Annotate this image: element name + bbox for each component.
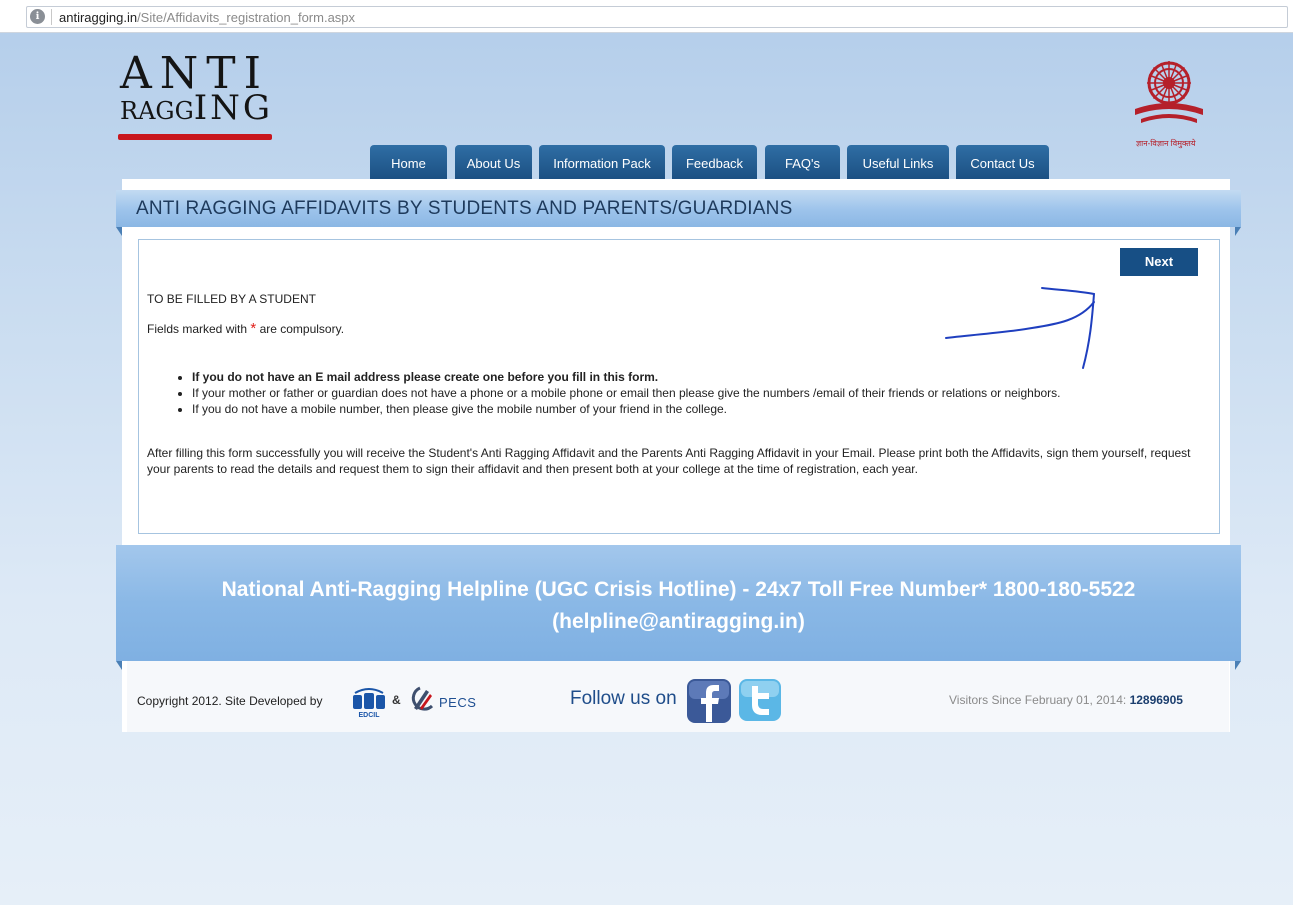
- follow-us-label: Follow us on: [570, 688, 677, 709]
- nav-about-us[interactable]: About Us: [455, 145, 532, 180]
- nav-home-label: Home: [391, 156, 426, 171]
- nav-useful-links-label: Useful Links: [862, 156, 934, 171]
- edcil-icon[interactable]: EDCIL: [351, 685, 387, 719]
- facebook-icon[interactable]: [686, 678, 732, 724]
- nav-information-pack[interactable]: Information Pack: [539, 145, 665, 180]
- url-domain: antiragging.in: [59, 10, 138, 25]
- fields-note-suffix: are compulsory.: [259, 322, 345, 336]
- nav-contact-us[interactable]: Contact Us: [956, 145, 1049, 180]
- list-item: If you do not have an E mail address ple…: [192, 369, 1061, 385]
- helpline-banner: National Anti-Ragging Helpline (UGC Cris…: [116, 545, 1241, 661]
- nav-about-us-label: About Us: [466, 156, 521, 171]
- nav-faqs[interactable]: FAQ's: [765, 145, 840, 180]
- twitter-icon[interactable]: [738, 678, 782, 722]
- helpline-fold-right: [1235, 661, 1241, 670]
- nav-faqs-label: FAQ's: [785, 156, 820, 171]
- emblem-icon: [1135, 61, 1203, 123]
- next-button[interactable]: Next: [1120, 248, 1198, 276]
- visitors-label: Visitors Since February 01, 2014:: [949, 693, 1127, 707]
- logo-line2-a: RAGG: [120, 97, 194, 125]
- annotation-arrow: [945, 287, 1096, 369]
- ribbon-fold-right: [1235, 227, 1241, 236]
- logo-line2: RAGGING: [120, 91, 273, 125]
- pecs-icon[interactable]: [406, 686, 436, 712]
- instructions-paragraph: After filling this form successfully you…: [147, 446, 1191, 476]
- logo-line2-b: ING: [193, 88, 274, 128]
- visitor-counter: Visitors Since February 01, 2014: 128969…: [949, 693, 1183, 707]
- nav-contact-us-label: Contact Us: [970, 156, 1035, 171]
- url-text[interactable]: antiragging.in/Site/Affidavits_registrat…: [59, 10, 355, 25]
- list-item: If you do not have a mobile number, then…: [192, 401, 1061, 417]
- page-title: ANTI RAGGING AFFIDAVITS BY STUDENTS AND …: [136, 198, 793, 219]
- helpline-text: National Anti-Ragging Helpline (UGC Cris…: [221, 578, 1136, 601]
- anti-ragging-logo[interactable]: ANTI RAGGING: [118, 52, 288, 142]
- edcil-label: EDCIL: [359, 712, 381, 719]
- title-ribbon: ANTI RAGGING AFFIDAVITS BY STUDENTS AND …: [116, 190, 1241, 227]
- list-item: If your mother or father or guardian doe…: [192, 385, 1061, 401]
- helpline-fold-left: [116, 661, 122, 670]
- globe-icon: ℹ: [30, 9, 45, 24]
- instructions-list: If you do not have an E mail address ple…: [192, 369, 1061, 417]
- nav-home[interactable]: Home: [370, 145, 447, 180]
- ribbon-fold-left: [116, 227, 122, 236]
- browser-address-bar: ℹ antiragging.in/Site/Affidavits_registr…: [0, 0, 1293, 33]
- nav-feedback[interactable]: Feedback: [672, 145, 757, 180]
- logo-red-bar: [118, 134, 272, 140]
- url-path: /Site/Affidavits_registration_form.aspx: [137, 10, 356, 25]
- fields-note-prefix: Fields marked with: [147, 322, 248, 336]
- ampersand: &: [392, 693, 401, 707]
- nav-information-pack-label: Information Pack: [553, 156, 651, 171]
- student-heading: TO BE FILLED BY A STUDENT: [147, 292, 316, 306]
- visitors-count: 12896905: [1129, 693, 1183, 707]
- fields-note: Fields marked with * are compulsory.: [147, 320, 344, 337]
- helpline-email[interactable]: (helpline@antiragging.in): [116, 610, 1241, 634]
- address-separator: [51, 9, 52, 25]
- required-asterisk: *: [250, 320, 257, 337]
- pecs-label: PECS: [439, 695, 477, 710]
- copyright-text: Copyright 2012. Site Developed by: [137, 694, 323, 708]
- nav-feedback-label: Feedback: [685, 156, 744, 171]
- nav-useful-links[interactable]: Useful Links: [847, 145, 949, 180]
- emblem-caption: ज्ञान-विज्ञान विमुक्तये: [1136, 139, 1196, 148]
